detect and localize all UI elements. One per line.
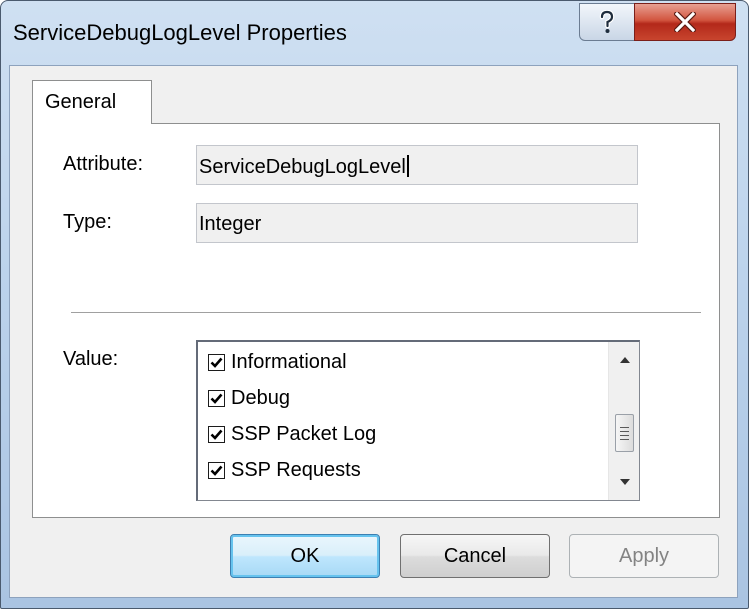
vertical-scrollbar[interactable] [608, 342, 639, 500]
item-label: SSP Requests [231, 458, 361, 481]
grip-line [620, 434, 629, 436]
item-label: Informational [231, 350, 347, 373]
close-button[interactable] [634, 3, 736, 41]
checkmark-icon [210, 429, 223, 440]
list-item-ssp-packet-log[interactable]: SSP Packet Log [208, 419, 376, 449]
attribute-value: ServiceDebugLogLevel [199, 156, 406, 178]
attribute-field[interactable]: ServiceDebugLogLevel [196, 145, 638, 185]
help-button[interactable] [579, 3, 635, 41]
item-label: SSP Packet Log [231, 422, 377, 445]
scroll-up-button[interactable] [609, 346, 639, 374]
grip-line [620, 426, 629, 428]
dialog-client-area: General Attribute: ServiceDebugLogLevel … [9, 65, 738, 598]
triangle-down-icon [619, 479, 630, 485]
list-item-informational[interactable]: Informational [208, 347, 347, 377]
text-caret [406, 155, 409, 177]
close-x-icon [674, 12, 696, 32]
properties-dialog: ServiceDebugLogLevel Properties General … [0, 0, 749, 609]
scroll-thumb[interactable] [615, 414, 634, 452]
checkbox-ssp-packet-log[interactable] [208, 425, 225, 443]
scroll-down-button[interactable] [609, 468, 639, 496]
item-label: Debug [231, 386, 290, 409]
checkmark-icon [210, 393, 223, 404]
apply-button[interactable]: Apply [569, 534, 719, 578]
list-item-ssp-requests[interactable]: SSP Requests [208, 455, 361, 485]
type-value: Integer [199, 213, 262, 235]
tab-general[interactable]: General [32, 80, 152, 124]
grip-line [620, 438, 629, 440]
value-label: Value: [63, 348, 119, 370]
checkmark-icon [210, 357, 223, 368]
question-mark-icon [599, 10, 615, 33]
type-field: Integer [196, 203, 638, 243]
list-item-debug[interactable]: Debug [208, 383, 290, 413]
grip-line [620, 430, 629, 432]
ok-button[interactable]: OK [230, 534, 380, 578]
tab-general-label: General [45, 91, 117, 113]
checkmark-icon [210, 465, 223, 476]
separator [71, 312, 701, 314]
type-label: Type: [63, 211, 112, 233]
attribute-label: Attribute: [63, 153, 144, 175]
general-tab-panel: Attribute: ServiceDebugLogLevel Type: In… [32, 123, 720, 518]
checkbox-debug[interactable] [208, 389, 225, 407]
window-title: ServiceDebugLogLevel Properties [13, 20, 347, 45]
cancel-button[interactable]: Cancel [400, 534, 550, 578]
checkbox-informational[interactable] [208, 353, 225, 371]
value-listbox[interactable]: Informational Debug SSP Packet Log SSP R… [196, 340, 640, 501]
title-bar[interactable]: ServiceDebugLogLevel Properties [1, 1, 748, 65]
triangle-up-icon [619, 357, 630, 363]
checkbox-ssp-requests[interactable] [208, 461, 225, 479]
